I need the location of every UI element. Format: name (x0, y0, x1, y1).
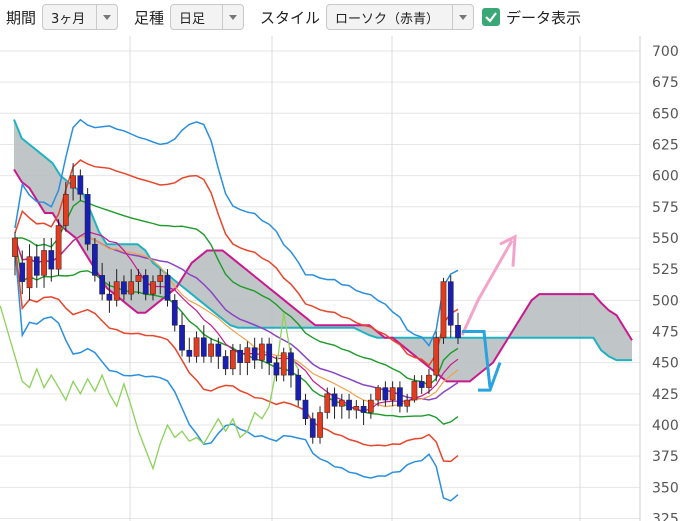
y-tick-label: 625 (652, 137, 679, 153)
ashi-value: 日足 (179, 11, 206, 27)
candle-body (12, 237, 18, 257)
period-select[interactable]: 3ヶ月 (42, 4, 119, 30)
candle-body (433, 337, 440, 376)
candle-body (164, 275, 171, 301)
candle-body (375, 387, 381, 401)
data-display-label: データ表示 (506, 8, 582, 27)
candle-body (128, 281, 135, 295)
ichimoku-chart: 700 675 650 625 600 575 550 525 500 475 450 425 400 3… (0, 36, 679, 521)
y-tick-label: 450 (652, 356, 679, 372)
candle-body (455, 325, 461, 338)
candle-body (237, 349, 243, 363)
y-tick-label: 350 (652, 480, 679, 496)
candle-body (411, 381, 418, 401)
candle-body (193, 337, 200, 357)
y-tick-label: 325 (652, 512, 679, 521)
candle-body (84, 194, 91, 245)
candle-body (447, 281, 454, 326)
up-arrow (460, 239, 514, 336)
ashi-select[interactable]: 日足 (170, 4, 245, 30)
y-tick-label: 550 (652, 231, 679, 247)
period-value: 3ヶ月 (51, 11, 86, 27)
candle-body (157, 275, 164, 282)
candle-body (426, 374, 432, 388)
candle-body (259, 343, 265, 361)
style-label: スタイル (260, 8, 321, 27)
y-axis: 700 675 650 625 600 575 550 525 500 475 450 425 400 3… (652, 44, 679, 521)
chevron-down-icon (96, 5, 117, 29)
candle-body (418, 381, 425, 388)
chikou-span (0, 305, 299, 471)
candle-body (302, 399, 309, 420)
candle-body (33, 256, 40, 276)
y-tick-label: 675 (652, 75, 679, 91)
candle-body (186, 349, 193, 357)
candle-body (171, 300, 178, 326)
candle-body (135, 275, 142, 282)
y-tick-label: 400 (652, 418, 679, 434)
chevron-down-icon (222, 5, 243, 29)
candle-body (19, 262, 26, 282)
y-tick-label: 375 (652, 449, 679, 465)
candle-body (244, 347, 251, 363)
candle-body (179, 325, 185, 351)
candle-body (280, 352, 287, 376)
candle-body (440, 281, 447, 338)
candle-body (142, 275, 149, 295)
candle-body (324, 393, 331, 413)
candle-body (360, 406, 367, 413)
candle-body (266, 343, 273, 363)
candle-body (346, 399, 352, 411)
y-tick-label: 600 (652, 169, 679, 185)
candle-body (26, 256, 33, 289)
candle-body (295, 374, 302, 401)
candle-body (404, 399, 411, 407)
y-tick-label: 700 (652, 44, 679, 60)
candle-body (397, 387, 403, 407)
candle-body (70, 175, 76, 189)
candle-body (273, 362, 280, 376)
candle-body (288, 352, 294, 376)
y-tick-label: 475 (652, 324, 679, 340)
candle-body (99, 275, 105, 295)
candle-body (317, 412, 323, 438)
candle-body (353, 406, 360, 411)
period-label: 期間 (6, 8, 37, 27)
candle-body (121, 281, 127, 295)
candle-body (150, 281, 156, 295)
y-tick-label: 500 (652, 293, 679, 309)
candle-body (208, 343, 214, 357)
y-tick-label: 650 (652, 106, 679, 122)
candle-body (222, 356, 229, 370)
candle-body (106, 293, 113, 301)
candle-body (368, 399, 374, 413)
candle-body (389, 387, 396, 401)
candle-body (92, 243, 98, 276)
candle-body (331, 393, 338, 407)
chart-toolbar: 期間 3ヶ月 足種 日足 スタイル ローソク（赤青） データ表示 (0, 0, 688, 34)
y-tick-label: 425 (652, 387, 679, 403)
candle-body (113, 281, 120, 301)
data-display-checkbox[interactable] (482, 8, 501, 26)
candle-body (251, 347, 258, 361)
candle-body (200, 337, 207, 357)
candle-body (382, 387, 389, 401)
y-tick-label: 575 (652, 200, 679, 216)
style-select[interactable]: ローソク（赤青） (326, 4, 475, 30)
candle-body (62, 194, 69, 226)
candle-body (77, 175, 84, 195)
candle-body (230, 349, 236, 370)
chevron-down-icon (452, 5, 473, 29)
candle-body (338, 399, 345, 407)
candle-body (55, 225, 62, 270)
y-tick-label: 525 (652, 262, 679, 278)
candle-body (215, 343, 222, 357)
ashi-label: 足種 (134, 8, 165, 27)
style-value: ローソク（赤青） (335, 11, 440, 27)
candle-body (41, 250, 47, 276)
checkmark-icon (485, 12, 497, 23)
candle-body (48, 250, 55, 270)
candle-body (309, 418, 316, 438)
